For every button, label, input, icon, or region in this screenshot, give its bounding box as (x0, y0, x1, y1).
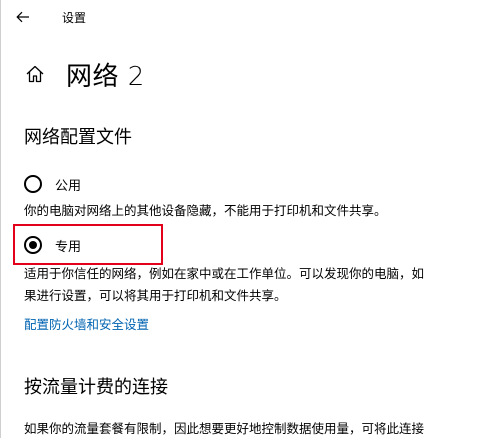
public-radio-button[interactable] (24, 175, 42, 193)
private-radio-label: 专用 (55, 239, 82, 255)
page-title: 网络 2 (66, 62, 145, 92)
metered-connection-heading: 按流量计费的连接 (24, 377, 168, 398)
private-radio-button[interactable] (24, 236, 42, 254)
public-radio-label: 公用 (55, 178, 82, 194)
home-button[interactable] (25, 64, 45, 84)
app-title: 设置 (62, 11, 87, 25)
window-border (0, 0, 1, 438)
network-profile-heading: 网络配置文件 (24, 127, 132, 148)
radio-option-public[interactable]: 公用 (24, 173, 81, 195)
radio-option-private[interactable]: 专用 (24, 234, 81, 256)
public-description: 你的电脑对网络上的其他设备隐藏，不能用于打印机和文件共享。 (24, 203, 387, 218)
back-arrow-icon (16, 11, 29, 23)
metered-description: 如果你的流量套餐有限制，因此想要更好地控制数据使用量，可将此连接 (24, 421, 425, 436)
settings-window: 设置 网络 2 网络配置文件 公用 你的电脑对网络上的其他设备隐藏，不能用于打印… (0, 0, 503, 438)
firewall-settings-link[interactable]: 配置防火墙和安全设置 (24, 314, 149, 333)
home-icon (26, 65, 44, 83)
private-description-line2: 果进行设置，可以将其用于打印机和文件共享。 (24, 288, 287, 303)
private-description-line1: 适用于你信任的网络，例如在家中或在工作单位。可以发现你的电脑，如 (24, 266, 425, 281)
back-button[interactable] (12, 6, 34, 28)
